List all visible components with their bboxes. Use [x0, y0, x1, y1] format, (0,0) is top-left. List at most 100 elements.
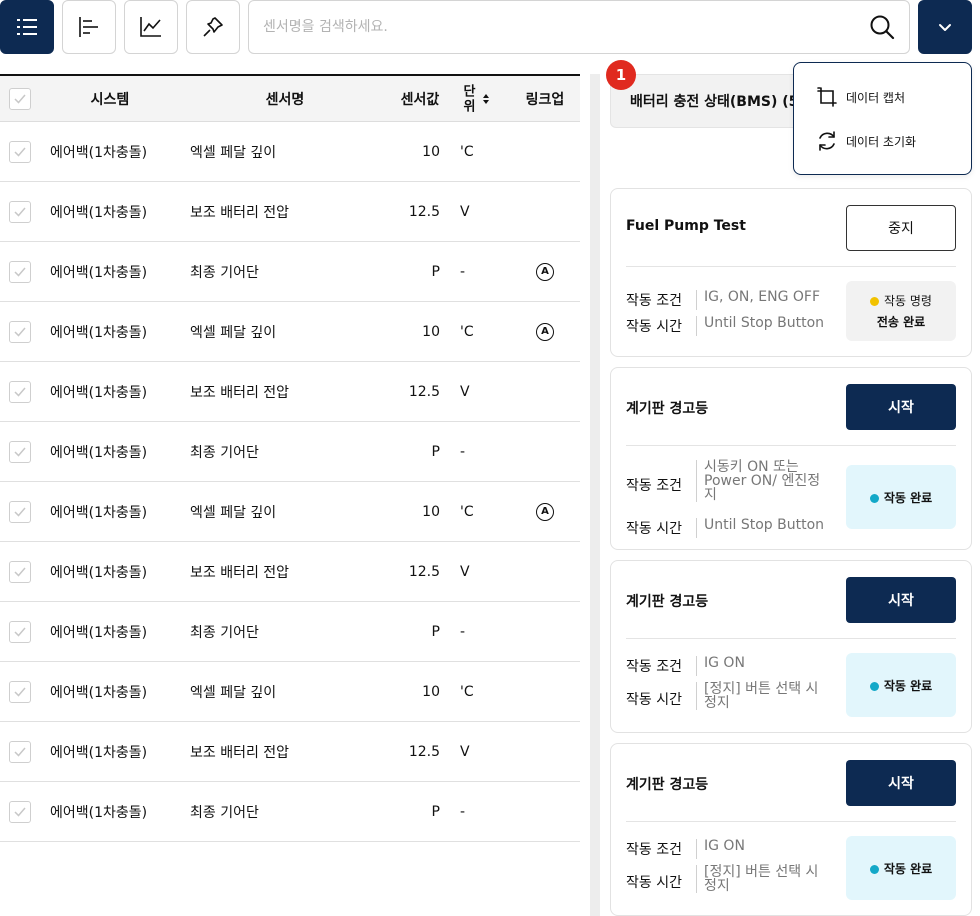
linkup-icon[interactable]: A — [536, 262, 554, 281]
check-icon — [14, 94, 26, 104]
search-input[interactable] — [263, 19, 855, 35]
sensor-table: 시스템 센서명 센서값 단위 링크업 에어백(1차충돌) 엑셀 페달 깊이 10 'C… — [0, 74, 580, 842]
row-checkbox[interactable] — [9, 800, 31, 823]
data-capture-item[interactable]: 데이터 캡처 — [814, 84, 905, 110]
system-cell: 에어백(1차충돌) — [50, 564, 148, 581]
value-cell: P — [431, 263, 440, 280]
table-header: 시스템 센서명 센서값 단위 링크업 — [0, 74, 580, 122]
search-button[interactable] — [855, 1, 909, 53]
card-divider — [626, 445, 956, 446]
condition-value: 시동키 ON 또는 Power ON/ 엔진정지 — [704, 459, 821, 503]
header-system: 시스템 — [90, 91, 130, 108]
sort-button[interactable] — [482, 76, 490, 121]
table-row[interactable]: 에어백(1차충돌) 엑셀 페달 깊이 10 'C — [0, 662, 580, 722]
status-line1: 작동 완료 — [883, 490, 933, 505]
system-cell: 에어백(1차충돌) — [50, 744, 148, 761]
condition-row: 작동 조건 시동키 ON 또는 Power ON/ 엔진정지 — [626, 460, 828, 502]
sensor-cell: 최종 기어단 — [190, 624, 259, 641]
table-row[interactable]: 에어백(1차충돌) 최종 기어단 P - A — [0, 242, 580, 302]
test-title: 계기판 경고등 — [626, 777, 709, 793]
row-checkbox[interactable] — [9, 440, 31, 463]
sensor-cell: 보조 배터리 전압 — [190, 384, 290, 401]
data-reset-item[interactable]: 데이터 초기화 — [814, 128, 916, 154]
sensor-cell: 엑셀 페달 깊이 — [190, 504, 277, 521]
table-row[interactable]: 에어백(1차충돌) 보조 배터리 전압 12.5 V — [0, 542, 580, 602]
row-checkbox[interactable] — [9, 320, 31, 343]
system-cell: 에어백(1차충돌) — [50, 204, 148, 221]
chart-view-button[interactable] — [124, 0, 178, 54]
status-dot — [869, 864, 879, 874]
unit-cell: 'C — [460, 503, 474, 520]
header-link: 링크업 — [525, 91, 565, 108]
start-button[interactable]: 시작 — [846, 577, 956, 623]
status-line1: 작동 완료 — [883, 861, 933, 876]
row-checkbox[interactable] — [9, 500, 31, 523]
unit-cell: V — [460, 743, 470, 760]
stop-button[interactable]: 중지 — [846, 205, 956, 251]
system-cell: 에어백(1차충돌) — [50, 264, 148, 281]
check-icon — [14, 747, 26, 757]
start-button[interactable]: 시작 — [846, 760, 956, 806]
sensor-cell: 보조 배터리 전압 — [190, 564, 290, 581]
sensor-cell: 최종 기어단 — [190, 264, 259, 281]
condition-value: IG, ON, ENG OFF — [704, 289, 821, 305]
table-row[interactable]: 에어백(1차충돌) 최종 기어단 P - — [0, 422, 580, 482]
list-view-button[interactable] — [0, 0, 54, 54]
table-row[interactable]: 에어백(1차충돌) 엑셀 페달 깊이 10 'C — [0, 122, 580, 182]
check-icon — [14, 687, 26, 697]
time-label: 작동 시간 — [626, 692, 682, 708]
value-cell: 10 — [422, 323, 440, 340]
bar-view-button[interactable] — [62, 0, 116, 54]
value-cell: P — [431, 803, 440, 820]
time-row: 작동 시간 [정지] 버튼 선택 시 정지 — [626, 682, 832, 710]
time-label: 작동 시간 — [626, 521, 682, 537]
condition-label: 작동 조건 — [626, 478, 682, 494]
row-checkbox[interactable] — [9, 380, 31, 403]
pin-button[interactable] — [186, 0, 240, 54]
search-bar — [248, 0, 910, 54]
time-row: 작동 시간 [정지] 버튼 선택 시 정지 — [626, 865, 832, 893]
status-badge: 작동 명령 전송 완료 — [846, 281, 956, 341]
table-row[interactable]: 에어백(1차충돌) 보조 배터리 전압 12.5 V — [0, 722, 580, 782]
test-card: 계기판 경고등 시작 작동 조건 시동키 ON 또는 Power ON/ 엔진정… — [610, 367, 972, 550]
data-reset-label: 데이터 초기화 — [846, 134, 917, 149]
check-icon — [14, 207, 26, 217]
table-row[interactable]: 에어백(1차충돌) 보조 배터리 전압 12.5 V — [0, 362, 580, 422]
row-checkbox[interactable] — [9, 140, 31, 163]
table-row[interactable]: 에어백(1차충돌) 최종 기어단 P - — [0, 782, 580, 842]
linkup-icon[interactable]: A — [536, 502, 554, 521]
select-all-checkbox[interactable] — [9, 87, 31, 110]
unit-cell: 'C — [460, 143, 474, 160]
header-sensor: 센서명 — [265, 91, 305, 108]
card-divider — [626, 638, 956, 639]
row-checkbox[interactable] — [9, 200, 31, 223]
table-row[interactable]: 에어백(1차충돌) 엑셀 페달 깊이 10 'C A — [0, 302, 580, 362]
row-checkbox[interactable] — [9, 560, 31, 583]
table-row[interactable]: 에어백(1차충돌) 엑셀 페달 깊이 10 'C A — [0, 482, 580, 542]
row-checkbox[interactable] — [9, 260, 31, 283]
row-checkbox[interactable] — [9, 620, 31, 643]
time-row: 작동 시간 Until Stop Button — [626, 518, 834, 538]
value-cell: 12.5 — [408, 743, 440, 760]
time-label: 작동 시간 — [626, 319, 682, 335]
sort-icon — [483, 93, 489, 104]
status-badge: 작동 완료 — [846, 653, 956, 717]
check-icon — [14, 447, 26, 457]
time-row: 작동 시간 Until Stop Button — [626, 316, 834, 336]
unit-cell: 'C — [460, 683, 474, 700]
expand-menu-button[interactable] — [918, 0, 972, 54]
table-row[interactable]: 에어백(1차충돌) 최종 기어단 P - — [0, 602, 580, 662]
capture-icon — [814, 84, 840, 110]
start-button[interactable]: 시작 — [846, 384, 956, 430]
row-checkbox[interactable] — [9, 680, 31, 703]
status-line2: 전송 완료 — [876, 315, 926, 329]
value-cell: 12.5 — [408, 563, 440, 580]
check-icon — [14, 387, 26, 397]
row-checkbox[interactable] — [9, 740, 31, 763]
status-dot — [869, 681, 879, 691]
linkup-icon[interactable]: A — [536, 322, 554, 341]
condition-value: IG ON — [704, 655, 745, 671]
table-row[interactable]: 에어백(1차충돌) 보조 배터리 전압 12.5 V — [0, 182, 580, 242]
unit-cell: 'C — [460, 323, 474, 340]
time-value: Until Stop Button — [704, 315, 825, 331]
